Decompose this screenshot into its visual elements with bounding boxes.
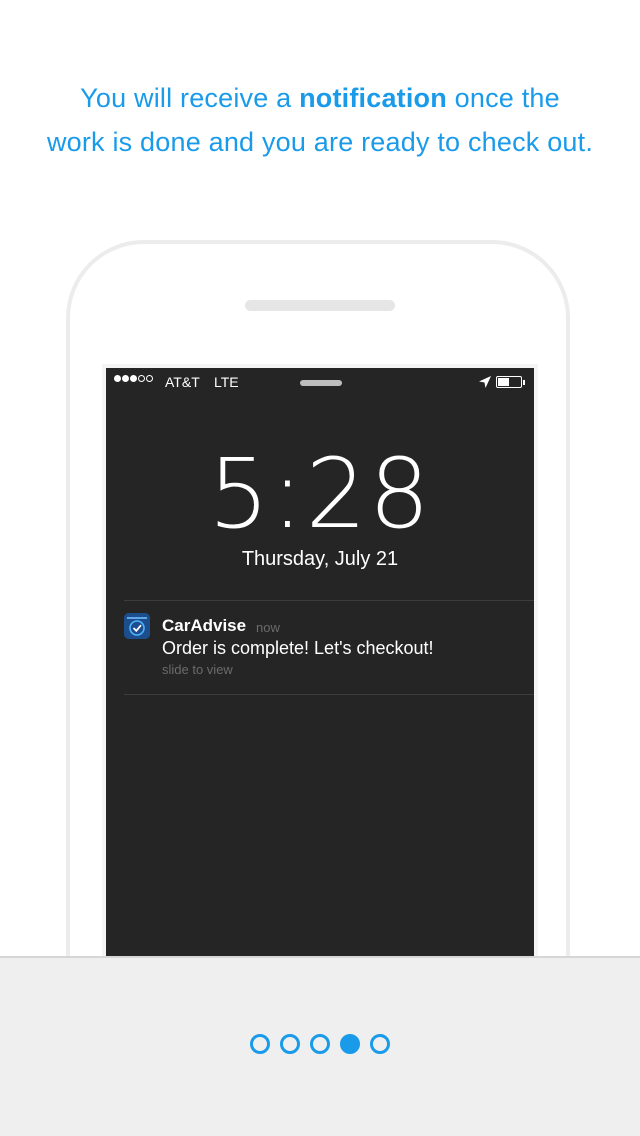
checkmark-badge-icon: [124, 613, 150, 639]
lock-time: 5:28: [208, 438, 432, 550]
caradvise-app-icon: [124, 613, 150, 639]
page-dot[interactable]: [370, 1034, 390, 1054]
slide-to-view-hint: slide to view: [162, 662, 233, 677]
headline-line-2: work is done and you are ready to check …: [46, 127, 594, 157]
headline: You will receive a notification once the…: [0, 76, 640, 164]
notification-card[interactable]: CarAdvise now Order is complete! Let's c…: [106, 602, 534, 696]
signal-dot-empty: [138, 375, 145, 382]
page-dot[interactable]: [310, 1034, 330, 1054]
notification-timestamp: now: [256, 620, 280, 635]
headline-text-start: You will receive a: [80, 83, 300, 113]
signal-strength-icon: [114, 375, 153, 382]
battery-level: [498, 378, 509, 386]
headline-text-end: once the: [446, 83, 560, 113]
phone-speaker: [245, 300, 395, 311]
carrier-name: AT&T: [165, 374, 200, 390]
notification-bottom-divider: [124, 694, 534, 695]
signal-dot-filled: [130, 375, 137, 382]
notification-top-divider: [124, 600, 534, 601]
headline-line-1: You will receive a notification once the: [0, 76, 640, 120]
status-bar: AT&T LTE: [106, 368, 534, 396]
pager-panel: [0, 956, 640, 1136]
lock-date: Thursday, July 21: [241, 548, 399, 570]
signal-dot-filled: [122, 375, 129, 382]
grabber-handle: [300, 380, 342, 386]
location-arrow-icon: [479, 376, 491, 388]
notification-message: Order is complete! Let's checkout!: [162, 638, 434, 658]
headline-emphasis: notification: [299, 83, 447, 113]
signal-dot-filled: [114, 375, 121, 382]
page-dot-active[interactable]: [340, 1034, 360, 1054]
signal-dot-empty: [146, 375, 153, 382]
battery-terminal: [523, 380, 525, 385]
onboarding-page: You will receive a notification once the…: [0, 0, 640, 1136]
phone-screen: AT&T LTE 5:28 Thursday, July 21 CarAdvis…: [102, 364, 538, 964]
notification-app-name: CarAdvise: [162, 616, 247, 635]
page-indicator: [0, 1034, 640, 1054]
battery-icon: [496, 376, 525, 388]
network-type: LTE: [214, 374, 239, 390]
page-dot[interactable]: [280, 1034, 300, 1054]
page-dot[interactable]: [250, 1034, 270, 1054]
lock-screen: AT&T LTE 5:28 Thursday, July 21 CarAdvis…: [106, 368, 534, 960]
